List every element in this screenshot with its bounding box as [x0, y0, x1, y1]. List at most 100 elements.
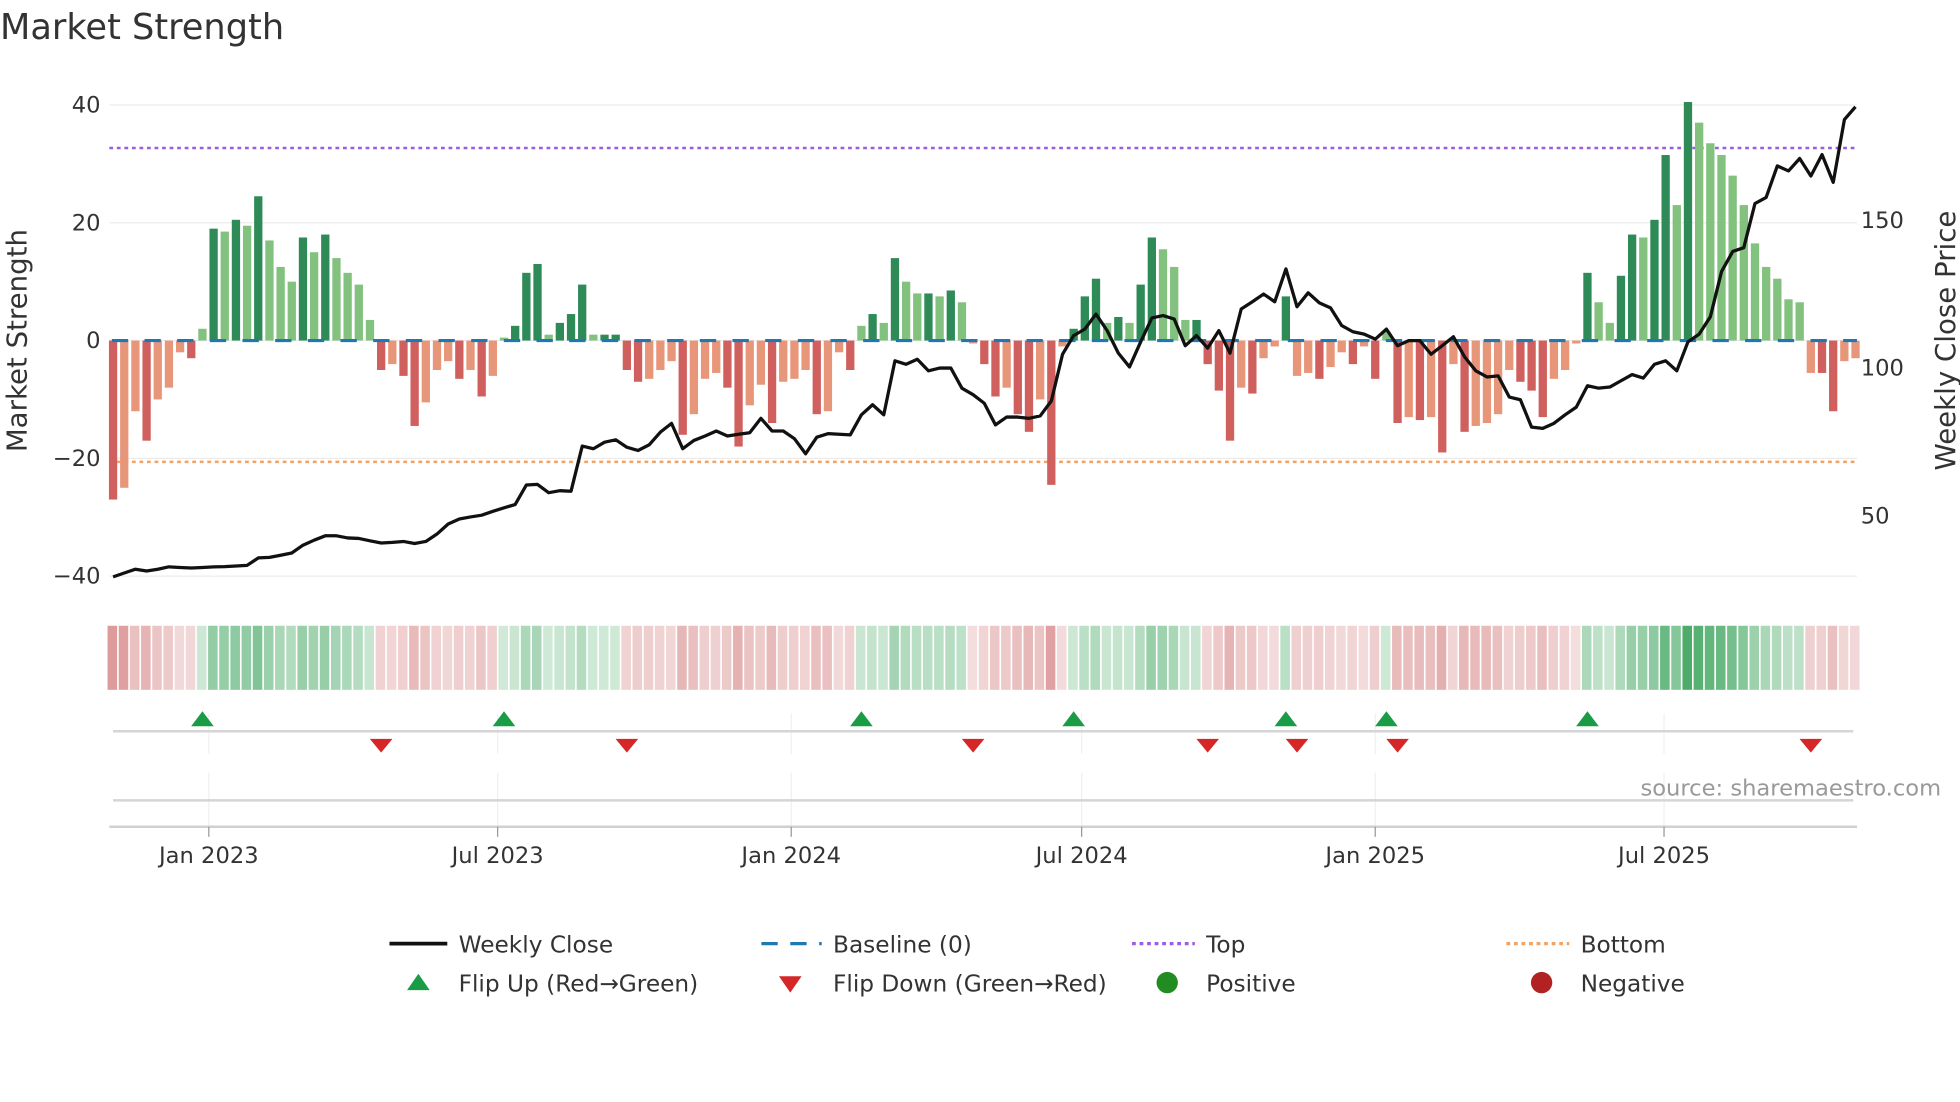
heat-cell — [1715, 625, 1726, 690]
legend-circle-icon — [1156, 971, 1178, 994]
heat-cell — [342, 625, 352, 690]
heat-cell — [1325, 625, 1335, 690]
heat-cell — [956, 625, 966, 690]
heat-cell — [744, 625, 754, 690]
negative-bar — [1471, 340, 1480, 426]
heat-cell — [543, 625, 553, 690]
x-tick-label: Jul 2025 — [1616, 843, 1710, 869]
heat-cell — [1403, 625, 1413, 690]
negative-bar — [645, 340, 654, 379]
heat-cell — [431, 625, 442, 690]
flip-down-marker — [1386, 738, 1409, 753]
positive-bar — [578, 284, 587, 341]
positive-bar — [868, 314, 877, 341]
positive-bar — [1583, 272, 1592, 341]
heat-cell — [487, 625, 497, 690]
heat-cell — [1436, 625, 1447, 690]
heat-cell — [811, 625, 821, 690]
negative-bar — [756, 340, 766, 385]
heat-cell — [230, 625, 240, 690]
positive-bar — [890, 258, 900, 341]
heat-cell — [409, 625, 419, 690]
positive-bar — [589, 334, 598, 341]
positive-bar — [1672, 205, 1681, 341]
y-tick-label: 20 — [72, 210, 101, 236]
heat-cell — [1369, 625, 1380, 690]
negative-bar — [164, 340, 174, 388]
positive-bar — [1762, 266, 1771, 341]
heat-cell — [733, 625, 743, 690]
positive-bar — [913, 293, 922, 341]
heat-cell — [822, 625, 832, 690]
heat-cell — [364, 625, 374, 690]
heat-cell — [1190, 625, 1201, 690]
positive-bar — [1281, 296, 1291, 341]
positive-bar — [901, 281, 911, 341]
heat-cell — [464, 625, 475, 690]
positive-bar — [957, 302, 967, 341]
positive-bar — [511, 325, 520, 341]
heat-cell — [1570, 625, 1581, 690]
heat-cell — [1648, 625, 1659, 690]
x-tick-label: Jul 2023 — [450, 843, 544, 869]
heat-cell — [1604, 625, 1614, 690]
negative-bar — [142, 340, 151, 441]
flip-down-marker — [615, 738, 639, 753]
positive-bar — [287, 281, 296, 341]
heat-cell — [1492, 625, 1503, 690]
heat-cell — [1269, 625, 1279, 690]
positive-bar — [1125, 322, 1134, 341]
y2-tick-label: 150 — [1861, 208, 1904, 234]
heat-cell — [855, 625, 866, 690]
positive-bar — [924, 293, 933, 341]
positive-bar — [1605, 322, 1614, 341]
x-tick-label: Jan 2024 — [739, 843, 841, 869]
negative-bar — [723, 340, 732, 388]
positive-bar — [1158, 249, 1168, 341]
heat-cell — [1001, 625, 1011, 690]
negative-bar — [1572, 340, 1581, 344]
heat-cell — [1481, 625, 1491, 690]
positive-bar — [1080, 296, 1089, 341]
positive-bar — [1661, 155, 1670, 341]
heat-cell — [1034, 625, 1045, 690]
heat-cell — [643, 625, 654, 690]
heat-cell — [1816, 625, 1827, 690]
heat-cell — [386, 625, 397, 690]
legend-label: Negative — [1581, 970, 1685, 997]
heat-cell — [1805, 625, 1815, 690]
flip-down-marker — [961, 738, 985, 753]
heat-cell — [844, 625, 855, 690]
heat-cell — [1660, 625, 1670, 690]
heat-cell — [878, 625, 888, 690]
heat-cell — [1291, 625, 1302, 690]
negative-bar — [1851, 340, 1860, 359]
heat-cell — [1258, 625, 1268, 690]
heat-cell — [1637, 625, 1648, 690]
negative-bar — [1806, 340, 1815, 373]
heat-cell — [1425, 625, 1436, 690]
heat-cell — [252, 625, 263, 690]
negative-bar — [1371, 340, 1380, 379]
negative-bar — [120, 340, 129, 488]
heat-cell — [1235, 625, 1246, 690]
positive-bar — [1627, 234, 1637, 341]
negative-bar — [734, 340, 743, 447]
y-tick-label: −40 — [53, 564, 101, 590]
negative-bar — [812, 340, 821, 415]
heat-cell — [989, 625, 1000, 690]
negative-bar — [667, 340, 676, 362]
positive-bar — [946, 290, 955, 341]
negative-bar — [187, 340, 196, 359]
heat-cell — [185, 625, 196, 690]
positive-bar — [879, 322, 888, 341]
heat-cell — [1012, 625, 1022, 690]
positive-bar — [1773, 278, 1782, 341]
positive-bar — [533, 263, 542, 341]
positive-bar — [354, 284, 363, 341]
positive-bar — [1694, 122, 1704, 341]
positive-bar — [1639, 237, 1648, 341]
heat-cell — [721, 625, 732, 690]
negative-bar — [1237, 340, 1246, 388]
negative-bar — [1404, 340, 1413, 418]
